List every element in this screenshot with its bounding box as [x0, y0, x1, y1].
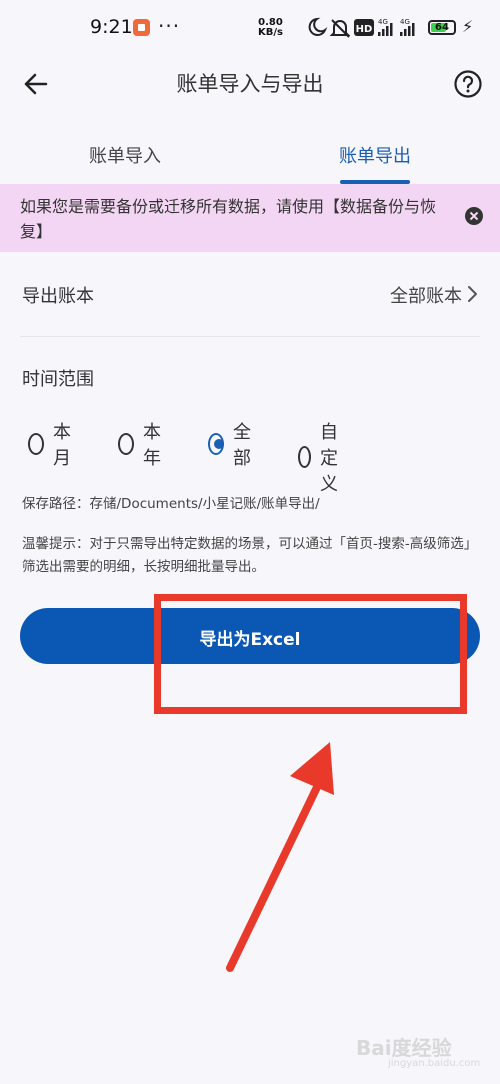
watermark-logo: Bai度经验 — [356, 1036, 452, 1060]
annotation-arrow-icon — [226, 742, 334, 972]
watermark-url: jingyan.baidu.com — [388, 1058, 481, 1069]
